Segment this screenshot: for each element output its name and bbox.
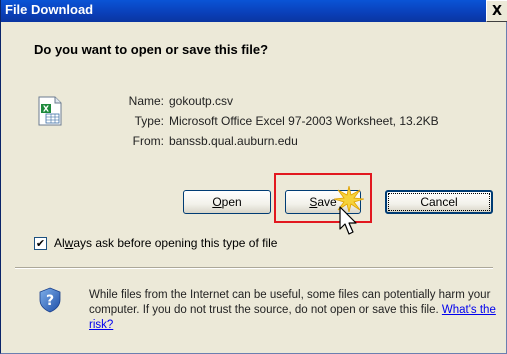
file-from-row: From: banssb.qual.auburn.edu bbox=[119, 134, 298, 152]
svg-text:X: X bbox=[43, 105, 50, 114]
file-name-row: Name: gokoutp.csv bbox=[119, 94, 233, 112]
file-download-dialog: File Download X Do you want to open or s… bbox=[0, 0, 507, 354]
security-warning-text: While files from the Internet can be use… bbox=[89, 289, 496, 331]
file-type-label: Type: bbox=[134, 114, 164, 128]
excel-file-icon: X bbox=[38, 96, 62, 126]
cancel-button[interactable]: Cancel bbox=[385, 190, 493, 214]
always-ask-label[interactable]: Always ask before opening this type of f… bbox=[54, 236, 277, 250]
svg-text:?: ? bbox=[46, 293, 54, 309]
divider bbox=[15, 267, 493, 269]
open-button[interactable]: Open bbox=[183, 190, 271, 214]
close-icon: X bbox=[491, 3, 503, 19]
file-from-label: From: bbox=[132, 134, 164, 148]
prompt-question: Do you want to open or save this file? bbox=[34, 42, 269, 57]
file-name-label: Name: bbox=[128, 94, 164, 108]
close-button[interactable]: X bbox=[486, 0, 507, 22]
file-from-value: banssb.qual.auburn.edu bbox=[169, 134, 298, 148]
mouse-cursor-icon bbox=[339, 206, 357, 235]
file-type-value: Microsoft Office Excel 97-2003 Worksheet… bbox=[169, 114, 439, 128]
file-type-row: Type: Microsoft Office Excel 97-2003 Work… bbox=[119, 114, 439, 132]
file-name-value: gokoutp.csv bbox=[169, 94, 234, 108]
always-ask-checkbox[interactable]: ✔ bbox=[34, 237, 47, 250]
security-shield-icon: ? bbox=[39, 287, 61, 313]
window-title: File Download bbox=[5, 2, 94, 17]
title-bar[interactable]: File Download X bbox=[1, 0, 507, 22]
